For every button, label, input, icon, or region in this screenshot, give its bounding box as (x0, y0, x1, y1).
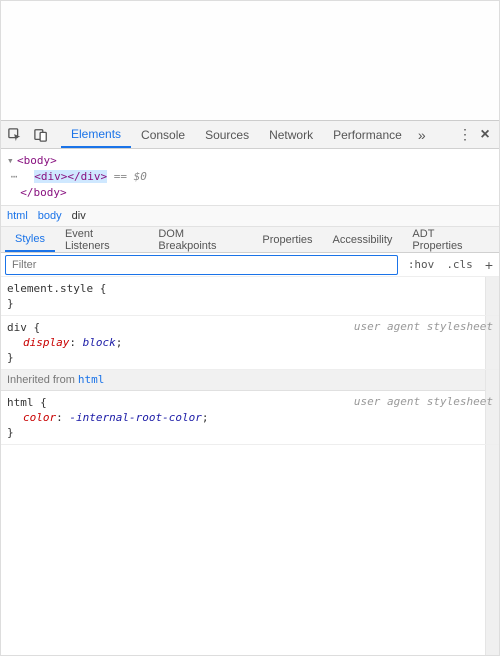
devtools-toolbar: Elements Console Sources Network Perform… (1, 121, 499, 149)
breadcrumb: html body div (1, 205, 499, 227)
rule-div[interactable]: user agent stylesheet div { display: blo… (1, 316, 499, 370)
dom-node-body-close[interactable]: </body> (7, 185, 493, 201)
rule-element-style[interactable]: element.style { } (1, 277, 499, 316)
inspect-element-icon[interactable] (5, 125, 25, 145)
styles-filter-input[interactable] (5, 255, 398, 275)
new-style-rule-icon[interactable]: + (479, 257, 499, 273)
styles-subtabs: Styles Event Listeners DOM Breakpoints P… (1, 227, 499, 253)
dom-tree[interactable]: ▾<body> ⋯ <div></div> == $0 </body> (1, 149, 499, 205)
main-tabs: Elements Console Sources Network Perform… (61, 121, 412, 148)
subtab-dom-breakpoints[interactable]: DOM Breakpoints (148, 227, 252, 252)
styles-filter-row: :hov .cls + (1, 253, 499, 277)
dom-node-body-open[interactable]: ▾<body> (7, 153, 493, 169)
breadcrumb-html[interactable]: html (7, 210, 28, 222)
tab-sources[interactable]: Sources (195, 121, 259, 148)
rule-html[interactable]: user agent stylesheet html { color: -int… (1, 391, 499, 445)
selector-text: element.style (7, 282, 93, 295)
kebab-menu-icon[interactable]: ⋮ (455, 125, 475, 145)
tab-network[interactable]: Network (259, 121, 323, 148)
devtools-window: Elements Console Sources Network Perform… (0, 0, 500, 656)
subtab-adt-properties[interactable]: ADT Properties (402, 227, 495, 252)
ua-stylesheet-note: user agent stylesheet (354, 319, 493, 334)
device-toggle-icon[interactable] (31, 125, 51, 145)
selector-text: div (7, 321, 27, 334)
hover-toggle[interactable]: :hov (402, 258, 441, 271)
close-devtools-icon[interactable]: × (475, 125, 495, 145)
cls-toggle[interactable]: .cls (440, 258, 479, 271)
inherited-from-element[interactable]: html (78, 373, 105, 386)
subtab-accessibility[interactable]: Accessibility (323, 227, 403, 252)
subtab-styles[interactable]: Styles (5, 227, 55, 252)
breadcrumb-div[interactable]: div (72, 210, 86, 222)
ua-stylesheet-note: user agent stylesheet (354, 394, 493, 409)
tab-performance[interactable]: Performance (323, 121, 412, 148)
breadcrumb-body[interactable]: body (38, 210, 62, 222)
tab-console[interactable]: Console (131, 121, 195, 148)
declaration[interactable]: color: -internal-root-color; (7, 410, 493, 425)
tab-elements[interactable]: Elements (61, 121, 131, 148)
declaration[interactable]: display: block; (7, 335, 493, 350)
dom-node-div-selected[interactable]: ⋯ <div></div> == $0 (7, 169, 493, 185)
tabs-overflow-icon[interactable]: » (412, 125, 432, 145)
styles-pane: element.style { } user agent stylesheet … (1, 277, 499, 655)
subtab-event-listeners[interactable]: Event Listeners (55, 227, 148, 252)
rendered-page-area (1, 1, 499, 121)
subtab-properties[interactable]: Properties (252, 227, 322, 252)
inherited-from-header: Inherited from html (1, 370, 499, 391)
selector-text: html (7, 396, 34, 409)
